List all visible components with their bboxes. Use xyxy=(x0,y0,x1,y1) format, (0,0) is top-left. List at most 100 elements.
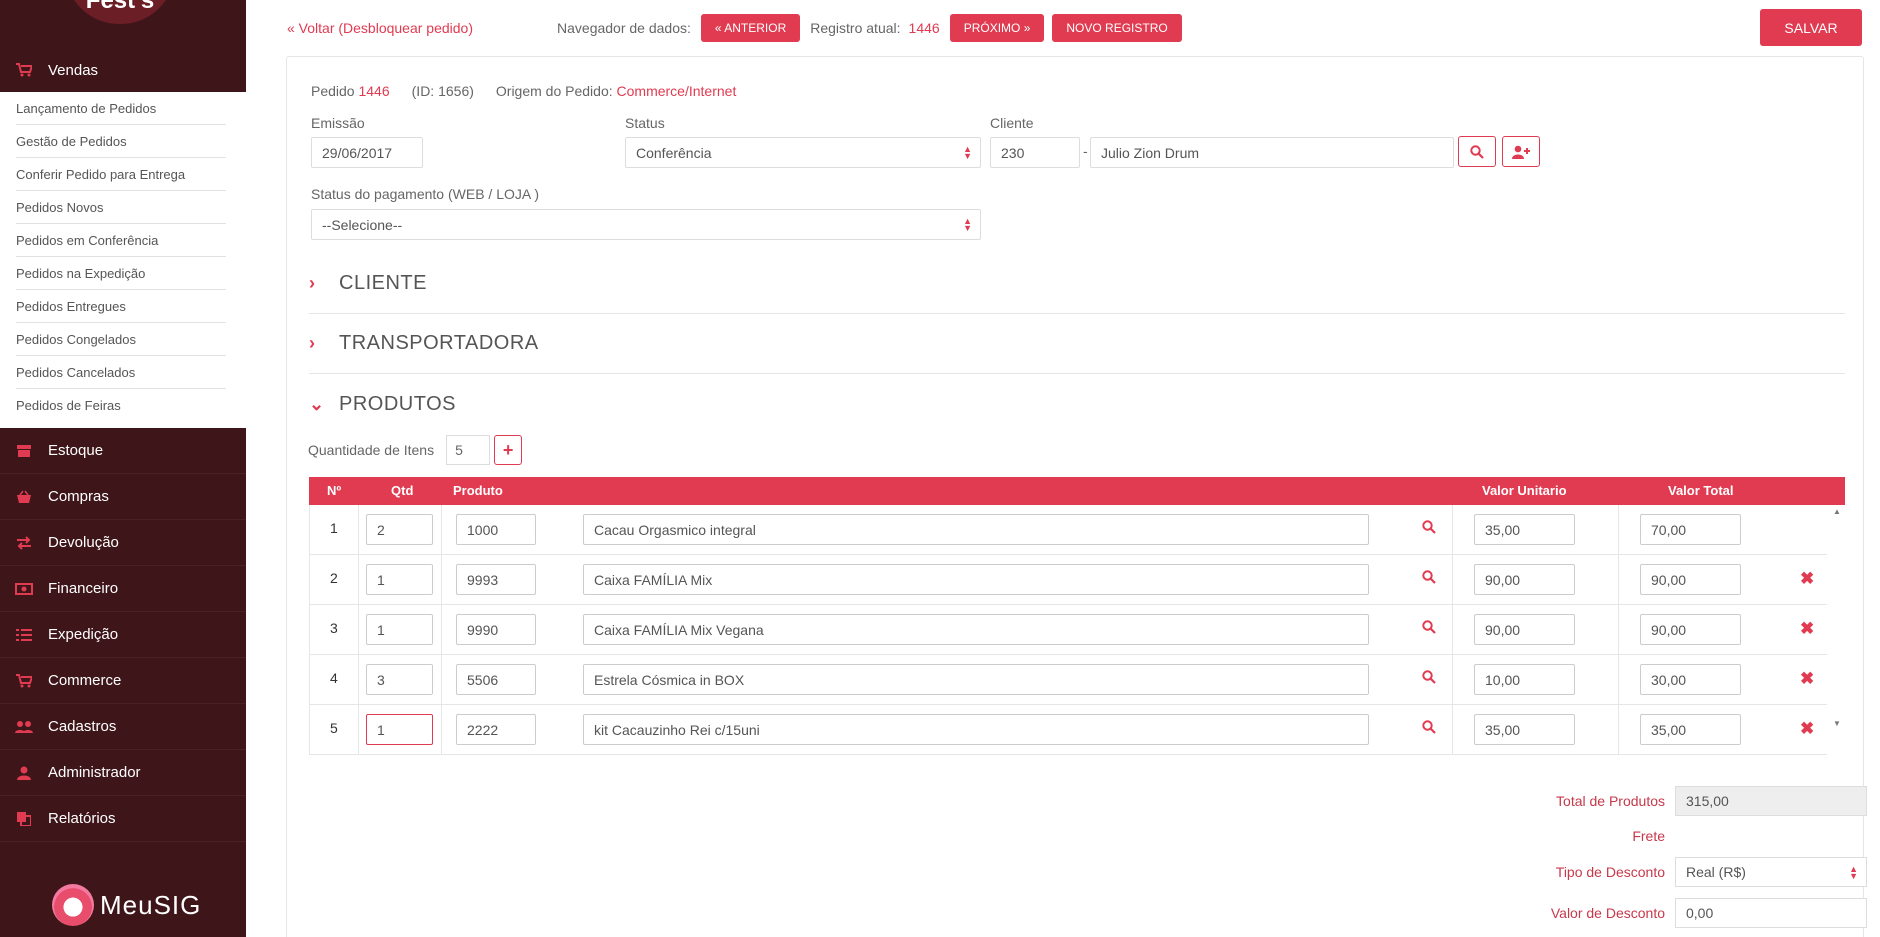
submenu-item[interactable]: Gestão de Pedidos xyxy=(16,125,226,158)
total-price-field[interactable]: 70,00 xyxy=(1640,514,1741,545)
product-code-field[interactable]: 9993 xyxy=(456,564,536,595)
user-plus-icon xyxy=(1512,145,1530,159)
submenu-item[interactable]: Pedidos na Expedição xyxy=(16,257,226,290)
order-number-value: 1446 xyxy=(358,83,390,99)
quantity-field[interactable]: 5 xyxy=(446,435,491,465)
cliente-code-field[interactable]: 230 xyxy=(990,137,1080,168)
section-cliente[interactable]: › CLIENTE xyxy=(309,254,1845,314)
section-transportadora[interactable]: › TRANSPORTADORA xyxy=(309,314,1845,374)
delete-row-icon[interactable]: ✖ xyxy=(1800,719,1814,739)
qty-field[interactable]: 1 xyxy=(366,614,433,645)
unit-price-field[interactable]: 90,00 xyxy=(1474,564,1575,595)
sidebar-item-relatorios[interactable]: Relatórios xyxy=(0,796,246,842)
unit-price-field[interactable]: 35,00 xyxy=(1474,714,1575,745)
product-code-field[interactable]: 9990 xyxy=(456,614,536,645)
cliente-name-field[interactable]: Julio Zion Drum xyxy=(1090,137,1454,168)
table-row: 1 2 1000 Cacau Orgasmico integral 35,00 70,00 xyxy=(309,505,1827,555)
pagamento-select[interactable]: --Selecione-- ▲ ▼ xyxy=(311,209,981,240)
product-name-field[interactable]: Cacau Orgasmico integral xyxy=(583,514,1369,545)
unit-price-field[interactable]: 90,00 xyxy=(1474,614,1575,645)
unit-price-field[interactable]: 10,00 xyxy=(1474,664,1575,695)
search-icon[interactable] xyxy=(1422,520,1436,537)
table-row: 4 3 5506 Estrela Cósmica in BOX 10,00 30,00 ✖ xyxy=(309,655,1827,705)
row-number: 2 xyxy=(330,570,338,586)
sidebar-item-label: Compras xyxy=(48,488,109,505)
status-value: Conferência xyxy=(636,144,712,161)
archive-icon xyxy=(0,444,48,458)
total-price-field[interactable]: 35,00 xyxy=(1640,714,1741,745)
submenu-item[interactable]: Conferir Pedido para Entrega xyxy=(16,158,226,191)
scroll-up-icon[interactable]: ▲ xyxy=(1831,507,1843,516)
status-select[interactable]: Conferência ▲ ▼ xyxy=(625,137,981,168)
sidebar-item-administrador[interactable]: Administrador xyxy=(0,750,246,796)
submenu-item[interactable]: Pedidos em Conferência xyxy=(16,224,226,257)
total-price-field[interactable]: 90,00 xyxy=(1640,614,1741,645)
sidebar-item-commerce[interactable]: Commerce xyxy=(0,658,246,704)
row-number: 5 xyxy=(330,720,338,736)
sidebar-item-vendas[interactable]: Vendas xyxy=(0,47,246,93)
submenu-item[interactable]: Pedidos de Feiras xyxy=(16,389,226,422)
total-products-label: Total de Produtos xyxy=(1556,793,1665,809)
product-name-field[interactable]: Caixa FAMÍLIA Mix Vegana xyxy=(583,614,1369,645)
list-icon xyxy=(0,628,48,642)
total-price-field[interactable]: 30,00 xyxy=(1640,664,1741,695)
quantity-label: Quantidade de Itens xyxy=(308,442,435,458)
users-icon xyxy=(0,720,48,734)
cart-icon xyxy=(0,673,48,688)
product-name-field[interactable]: kit Cacauzinho Rei c/15uni xyxy=(583,714,1369,745)
vendas-submenu: Lançamento de Pedidos Gestão de Pedidos … xyxy=(0,92,246,428)
next-button[interactable]: PRÓXIMO » xyxy=(949,14,1045,42)
column-divider xyxy=(1452,505,1453,555)
column-divider xyxy=(1452,705,1453,755)
new-record-button[interactable]: NOVO REGISTRO xyxy=(1052,14,1182,42)
product-code-field[interactable]: 1000 xyxy=(456,514,536,545)
money-icon xyxy=(0,582,48,595)
submenu-item[interactable]: Pedidos Entregues xyxy=(16,290,226,323)
sidebar-item-financeiro[interactable]: Financeiro xyxy=(0,566,246,612)
previous-button[interactable]: « ANTERIOR xyxy=(700,14,801,42)
column-header: Qtd xyxy=(391,483,414,498)
submenu-item[interactable]: Pedidos Novos xyxy=(16,191,226,224)
select-caret-icon: ▲ ▼ xyxy=(1849,864,1858,881)
delete-row-icon[interactable]: ✖ xyxy=(1800,569,1814,589)
qty-field[interactable]: 2 xyxy=(366,514,433,545)
unit-price-field[interactable]: 35,00 xyxy=(1474,514,1575,545)
sidebar-item-devolucao[interactable]: Devolução xyxy=(0,520,246,566)
submenu-item[interactable]: Pedidos Congelados xyxy=(16,323,226,356)
submenu-item[interactable]: Pedidos Cancelados xyxy=(16,356,226,389)
qty-field[interactable]: 1 xyxy=(366,714,433,745)
discount-value-field[interactable]: 0,00 xyxy=(1675,898,1867,928)
brand-mark xyxy=(52,884,94,926)
back-link[interactable]: « Voltar (Desbloquear pedido) xyxy=(287,20,473,36)
discount-type-select[interactable]: Real (R$) ▲ ▼ xyxy=(1675,857,1867,887)
product-name-field[interactable]: Estrela Cósmica in BOX xyxy=(583,664,1369,695)
delete-row-icon[interactable]: ✖ xyxy=(1800,669,1814,689)
sidebar-item-compras[interactable]: Compras xyxy=(0,474,246,520)
add-item-button[interactable]: + xyxy=(494,435,523,465)
product-code-field[interactable]: 2222 xyxy=(456,714,536,745)
sidebar-item-estoque[interactable]: Estoque xyxy=(0,428,246,474)
app-logo[interactable]: Fest's xyxy=(65,0,175,24)
search-icon[interactable] xyxy=(1422,720,1436,737)
save-button[interactable]: SALVAR xyxy=(1760,9,1862,46)
qty-field[interactable]: 3 xyxy=(366,664,433,695)
order-number-label: Pedido xyxy=(311,83,355,99)
search-client-button[interactable] xyxy=(1458,136,1496,167)
search-icon[interactable] xyxy=(1422,620,1436,637)
scroll-down-icon[interactable]: ▼ xyxy=(1831,719,1843,728)
sidebar-item-cadastros[interactable]: Cadastros xyxy=(0,704,246,750)
submenu-item[interactable]: Lançamento de Pedidos xyxy=(16,92,226,125)
search-icon[interactable] xyxy=(1422,570,1436,587)
delete-row-icon[interactable]: ✖ xyxy=(1800,619,1814,639)
total-price-field[interactable]: 90,00 xyxy=(1640,564,1741,595)
search-icon[interactable] xyxy=(1422,670,1436,687)
section-title: TRANSPORTADORA xyxy=(339,332,539,354)
add-client-button[interactable] xyxy=(1502,136,1540,167)
product-name-field[interactable]: Caixa FAMÍLIA Mix xyxy=(583,564,1369,595)
product-code-field[interactable]: 5506 xyxy=(456,664,536,695)
emissao-field[interactable]: 29/06/2017 xyxy=(311,137,423,168)
order-origin: Origem do Pedido: Commerce/Internet xyxy=(496,83,736,99)
section-produtos[interactable]: ⌄ PRODUTOS xyxy=(309,374,1845,434)
sidebar-item-expedicao[interactable]: Expedição xyxy=(0,612,246,658)
qty-field[interactable]: 1 xyxy=(366,564,433,595)
